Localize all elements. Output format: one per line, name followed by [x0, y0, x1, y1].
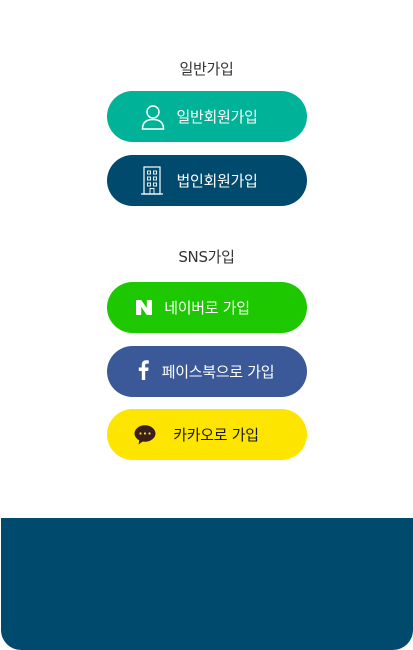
sns-signup-heading: SNS가입: [178, 248, 235, 266]
building-icon: [141, 166, 163, 195]
naver-icon: [136, 300, 152, 315]
individual-signup-button[interactable]: 일반회원가입: [107, 91, 307, 142]
facebook-signup-button[interactable]: 페이스북으로 가입: [107, 346, 307, 397]
naver-signup-label: 네이버로 가입: [164, 299, 250, 317]
user-icon: [141, 104, 165, 130]
kakao-signup-label: 카카오로 가입: [173, 426, 259, 444]
general-signup-heading: 일반가입: [179, 60, 234, 78]
kakao-signup-button[interactable]: 카카오로 가입: [107, 409, 307, 460]
corporate-signup-label: 법인회원가입: [176, 172, 258, 190]
facebook-signup-label: 페이스북으로 가입: [161, 363, 275, 381]
individual-signup-label: 일반회원가입: [176, 108, 258, 126]
facebook-icon: [138, 360, 149, 380]
corporate-signup-button[interactable]: 법인회원가입: [107, 155, 307, 206]
footer-panel: [1, 518, 413, 650]
signup-page: 일반가입 일반회원가입 법인회원가입 SNS가입 네이버로 가입 페이스북으로 …: [0, 0, 413, 650]
naver-signup-button[interactable]: 네이버로 가입: [107, 282, 307, 333]
kakao-icon: [134, 425, 156, 445]
